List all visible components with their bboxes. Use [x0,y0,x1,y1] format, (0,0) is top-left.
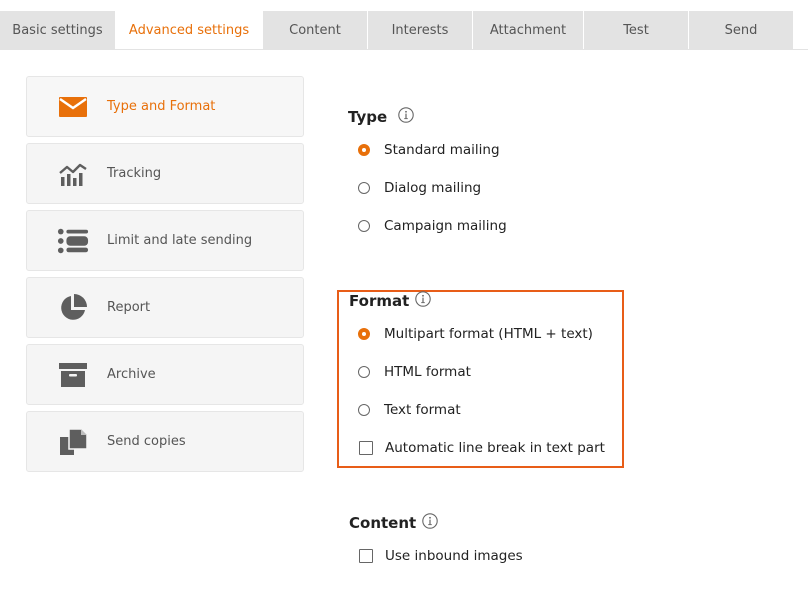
sidebar-item-archive[interactable]: Archive [26,344,304,405]
archive-icon [57,359,89,391]
radio-button[interactable] [358,220,370,232]
radio-label: Dialog mailing [384,180,482,196]
info-icon[interactable] [422,513,438,529]
tab-bar: Basic settings Advanced settings Content… [0,0,808,50]
tab-basic-settings[interactable]: Basic settings [0,11,116,49]
radio-button[interactable] [358,404,370,416]
sidebar-item-label: Archive [107,367,156,382]
pie-chart-icon [57,292,89,324]
copy-icon [57,426,89,458]
checkbox-label: Automatic line break in text part [385,440,605,456]
content-section-title: Content [349,514,417,532]
list-toggle-icon [57,225,89,257]
sidebar-item-label: Report [107,300,151,315]
radio-button[interactable] [358,328,370,340]
radio-multipart-format[interactable]: Multipart format (HTML + text) [358,324,593,344]
sidebar-item-label: Limit and late sending [107,233,253,248]
checkbox-use-inbound-images[interactable]: Use inbound images [359,546,523,566]
sidebar-item-label: Tracking [107,166,162,181]
radio-label: Text format [384,402,461,418]
tab-send[interactable]: Send [689,11,794,49]
radio-label: Campaign mailing [384,218,507,234]
checkbox-automatic-line-break[interactable]: Automatic line break in text part [359,438,605,458]
checkbox-label: Use inbound images [385,548,523,564]
tab-label: Basic settings [12,22,103,38]
sidebar-item-tracking[interactable]: Tracking [26,143,304,204]
tab-label: Test [623,22,649,38]
tab-divider [0,49,808,50]
radio-label: HTML format [384,364,471,380]
radio-label: Standard mailing [384,142,500,158]
sidebar-item-limit-and-late-sending[interactable]: Limit and late sending [26,210,304,271]
tab-label: Interests [391,22,449,38]
radio-button[interactable] [358,144,370,156]
envelope-icon [57,91,89,123]
sidebar-item-label: Type and Format [107,99,216,114]
radio-label: Multipart format (HTML + text) [384,326,593,342]
checkbox[interactable] [359,549,373,563]
info-icon[interactable] [398,107,414,123]
sidebar-item-label: Send copies [107,434,186,449]
tab-label: Content [289,22,341,38]
tab-interests[interactable]: Interests [368,11,473,49]
radio-campaign-mailing[interactable]: Campaign mailing [358,216,507,236]
tab-label: Send [724,22,758,38]
tab-content[interactable]: Content [263,11,368,49]
radio-standard-mailing[interactable]: Standard mailing [358,140,500,160]
radio-button[interactable] [358,182,370,194]
checkbox[interactable] [359,441,373,455]
sidebar-item-report[interactable]: Report [26,277,304,338]
radio-dialog-mailing[interactable]: Dialog mailing [358,178,481,198]
radio-button[interactable] [358,366,370,378]
info-icon[interactable] [415,291,431,307]
tab-label: Attachment [489,22,567,38]
tab-label: Advanced settings [128,23,250,38]
tab-attachment[interactable]: Attachment [473,11,584,49]
format-section-title: Format [349,292,410,310]
radio-html-format[interactable]: HTML format [358,362,471,382]
sidebar-item-send-copies[interactable]: Send copies [26,411,304,472]
sidebar-item-type-and-format[interactable]: Type and Format [26,76,304,137]
tab-test[interactable]: Test [584,11,689,49]
radio-text-format[interactable]: Text format [358,400,461,420]
tab-advanced-settings[interactable]: Advanced settings [116,11,263,50]
chart-icon [57,158,89,190]
type-section-title: Type [348,108,388,126]
